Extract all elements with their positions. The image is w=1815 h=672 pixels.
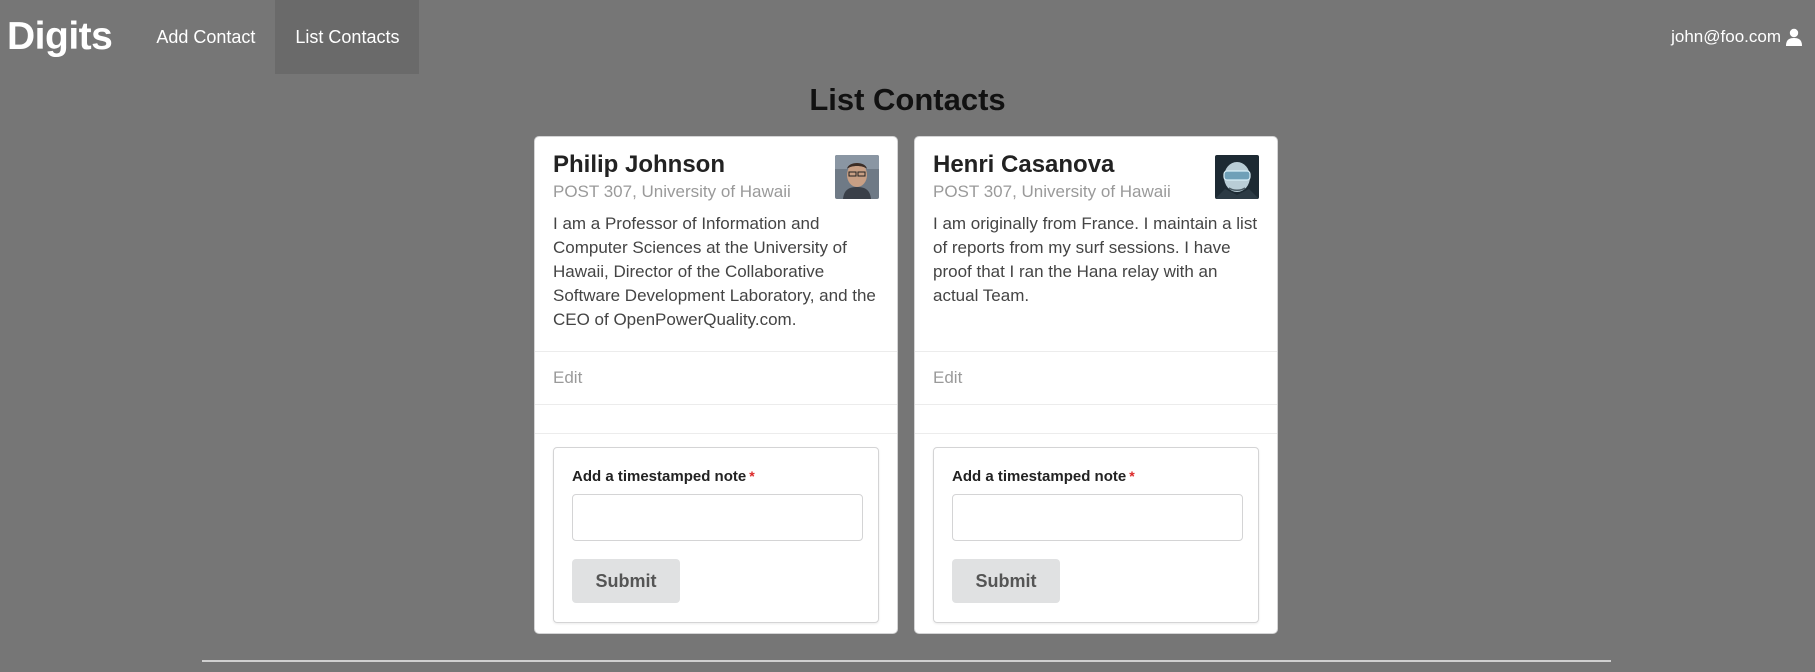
note-field-label: Add a timestamped note * [572,468,755,485]
contact-description: I am a Professor of Information and Comp… [553,213,876,329]
required-mark: * [1129,468,1135,484]
contact-cards: Philip Johnson POST 307, University of H… [534,136,1278,634]
note-field-label: Add a timestamped note * [952,468,1135,485]
notes-list [535,405,897,433]
contact-card: Philip Johnson POST 307, University of H… [534,136,898,634]
brand-logo[interactable]: Digits [0,0,136,74]
user-icon [1785,28,1803,46]
edit-link[interactable]: Edit [535,352,897,404]
contact-address: POST 307, University of Hawaii [553,181,791,201]
add-note-form: Add a timestamped note * Submit [933,447,1259,623]
contact-description: I am originally from France. I maintain … [933,213,1258,305]
divider [535,433,897,434]
footer-divider [202,660,1611,662]
top-navbar: Digits Add Contact List Contacts john@fo… [0,0,1815,74]
avatar [835,155,879,199]
user-menu[interactable]: john@foo.com [1671,0,1815,74]
page-title: List Contacts [809,82,1006,117]
add-note-form: Add a timestamped note * Submit [553,447,879,623]
notes-list [915,405,1277,433]
edit-link[interactable]: Edit [915,352,1277,404]
contact-card: Henri Casanova POST 307, University of H… [914,136,1278,634]
nav-add-contact[interactable]: Add Contact [136,0,275,74]
user-email: john@foo.com [1671,27,1781,46]
contact-address: POST 307, University of Hawaii [933,181,1171,201]
contact-name: Philip Johnson [553,151,725,178]
card-content: Philip Johnson POST 307, University of H… [535,137,897,351]
submit-button[interactable]: Submit [572,559,680,603]
note-input[interactable] [952,494,1243,541]
submit-button[interactable]: Submit [952,559,1060,603]
card-content: Henri Casanova POST 307, University of H… [915,137,1277,351]
avatar [1215,155,1259,199]
note-input[interactable] [572,494,863,541]
required-mark: * [749,468,755,484]
nav-list-contacts[interactable]: List Contacts [275,0,420,74]
contact-name: Henri Casanova [933,151,1115,178]
divider [915,433,1277,434]
